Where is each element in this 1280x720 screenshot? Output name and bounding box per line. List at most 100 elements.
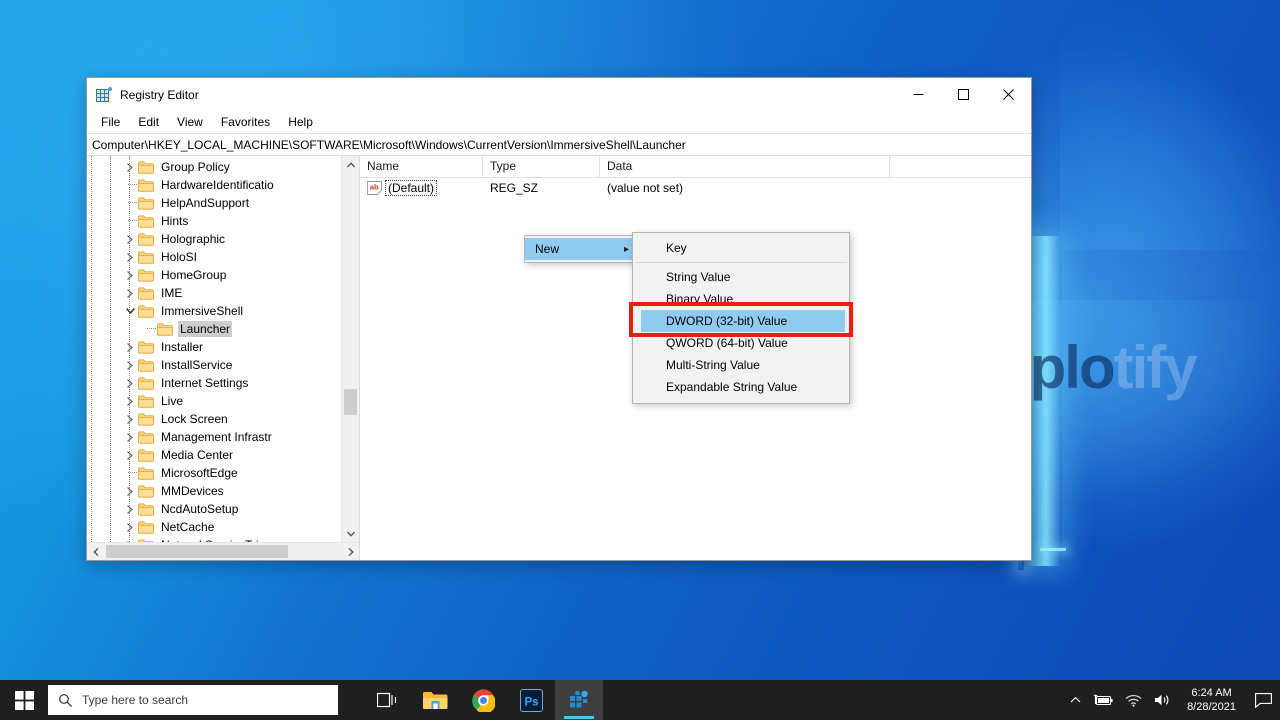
tree-item-selected[interactable]: Launcher [87,320,341,338]
column-header-type[interactable]: Type [483,156,600,177]
chevron-right-icon[interactable] [122,158,138,176]
chevron-right-icon[interactable] [122,536,138,542]
maximize-icon[interactable] [941,79,986,111]
chevron-right-icon[interactable] [122,356,138,374]
tree-item[interactable]: NetworkServiceTriggs [87,536,341,542]
chevron-right-icon[interactable] [122,374,138,392]
tree-horizontal-scrollbar[interactable] [87,542,359,560]
volume-icon[interactable] [1148,680,1177,720]
tree-item[interactable]: Live [87,392,341,410]
tree-item[interactable]: HomeGroup [87,266,341,284]
close-icon[interactable] [986,79,1031,111]
task-view-icon[interactable] [363,680,411,720]
tree-item[interactable]: IME [87,284,341,302]
context-menu-item-label: Multi-String Value [666,358,760,372]
folder-icon [138,520,154,534]
context-menu-item-new-label: New [535,242,560,256]
tree-leaf-connector [122,194,138,212]
tree-item[interactable]: ImmersiveShell [87,302,341,320]
windows-start-icon[interactable] [0,680,48,720]
chevron-right-icon[interactable] [122,230,138,248]
scroll-left-icon[interactable] [87,543,104,560]
context-menu-item[interactable]: Expandable String Value [633,376,849,398]
tree-vertical-scrollbar[interactable] [341,156,359,542]
chevron-right-icon[interactable] [122,266,138,284]
tree-item[interactable]: Hints [87,212,341,230]
action-center-icon[interactable] [1246,680,1280,720]
chevron-right-icon[interactable] [122,482,138,500]
photoshop-icon[interactable]: Ps [507,680,555,720]
folder-icon [138,412,154,426]
value-row[interactable]: ab (Default) REG_SZ (value not set) [360,178,1031,197]
tree-item[interactable]: HoloSI [87,248,341,266]
tree-item[interactable]: HardwareIdentificatio [87,176,341,194]
tree-item[interactable]: Management Infrastr [87,428,341,446]
chevron-right-icon[interactable] [122,410,138,428]
tree-item[interactable]: NetCache [87,518,341,536]
chevron-right-icon[interactable] [122,284,138,302]
chevron-right-icon[interactable] [122,518,138,536]
chevron-right-icon[interactable] [122,446,138,464]
registry-editor-taskbar-icon[interactable] [555,680,603,720]
context-menu-item[interactable]: Key [633,237,849,259]
tree-item[interactable]: Media Center [87,446,341,464]
scroll-down-icon[interactable] [342,525,359,542]
title-bar[interactable]: Registry Editor [87,78,1031,111]
context-menu-item-label: Binary Value [666,292,734,306]
tree-scroll-thumb[interactable] [344,389,357,415]
menu-favorites[interactable]: Favorites [212,112,279,132]
clock[interactable]: 6:24 AM 8/28/2021 [1177,680,1246,720]
tree-item-label: Installer [161,340,204,354]
file-explorer-icon[interactable] [411,680,459,720]
chevron-down-icon[interactable] [122,302,138,320]
svg-text:Ps: Ps [524,696,538,708]
tree-hscroll-track[interactable] [104,543,342,560]
chevron-right-icon[interactable] [122,338,138,356]
tree-item[interactable]: HelpAndSupport [87,194,341,212]
search-input[interactable]: Type here to search [48,685,338,715]
tree-hscroll-thumb[interactable] [106,545,288,558]
tree-item[interactable]: NcdAutoSetup [87,500,341,518]
show-hidden-icons-icon[interactable] [1064,680,1087,720]
chrome-icon[interactable] [459,680,507,720]
tree-item[interactable]: Holographic [87,230,341,248]
search-placeholder: Type here to search [82,693,189,707]
scroll-right-icon[interactable] [342,543,359,560]
folder-icon [138,340,154,354]
column-header-data[interactable]: Data [600,156,890,177]
menu-file[interactable]: File [92,112,129,132]
wifi-icon[interactable] [1119,680,1148,720]
menu-edit[interactable]: Edit [129,112,168,132]
tree-scroll-track[interactable] [342,173,359,525]
address-bar[interactable]: Computer\HKEY_LOCAL_MACHINE\SOFTWARE\Mic… [87,133,1031,156]
chevron-right-icon[interactable] [122,500,138,518]
tree-item[interactable]: Internet Settings [87,374,341,392]
context-menu-item[interactable]: Binary Value [633,288,849,310]
chevron-right-icon[interactable] [122,248,138,266]
tree-item[interactable]: InstallService [87,356,341,374]
tree-item-label: MMDevices [161,484,224,498]
tree-item[interactable]: Lock Screen [87,410,341,428]
context-menu-item[interactable]: String Value [633,266,849,288]
context-menu-item[interactable]: DWORD (32-bit) Value [641,310,845,332]
tree-item[interactable]: Group Policy [87,158,341,176]
battery-charging-icon[interactable] [1087,680,1119,720]
context-menu-item[interactable]: QWORD (64-bit) Value [633,332,849,354]
menu-help[interactable]: Help [279,112,322,132]
context-menu-item-new[interactable]: New ▸ [525,238,635,260]
chevron-right-icon[interactable] [122,392,138,410]
tree-item[interactable]: MicrosoftEdge [87,464,341,482]
minimize-icon[interactable] [896,79,941,111]
column-header-name[interactable]: Name [360,156,483,177]
chevron-right-icon[interactable] [122,428,138,446]
tree-item[interactable]: MMDevices [87,482,341,500]
search-icon [48,685,82,715]
context-menu-item-label: QWORD (64-bit) Value [666,336,788,350]
menu-view[interactable]: View [168,112,212,132]
scroll-up-icon[interactable] [342,156,359,173]
context-menu-item[interactable]: Multi-String Value [633,354,849,376]
tree-item-label: HelpAndSupport [161,196,250,210]
folder-icon [138,484,154,498]
tree-item[interactable]: Installer [87,338,341,356]
folder-icon [138,502,154,516]
